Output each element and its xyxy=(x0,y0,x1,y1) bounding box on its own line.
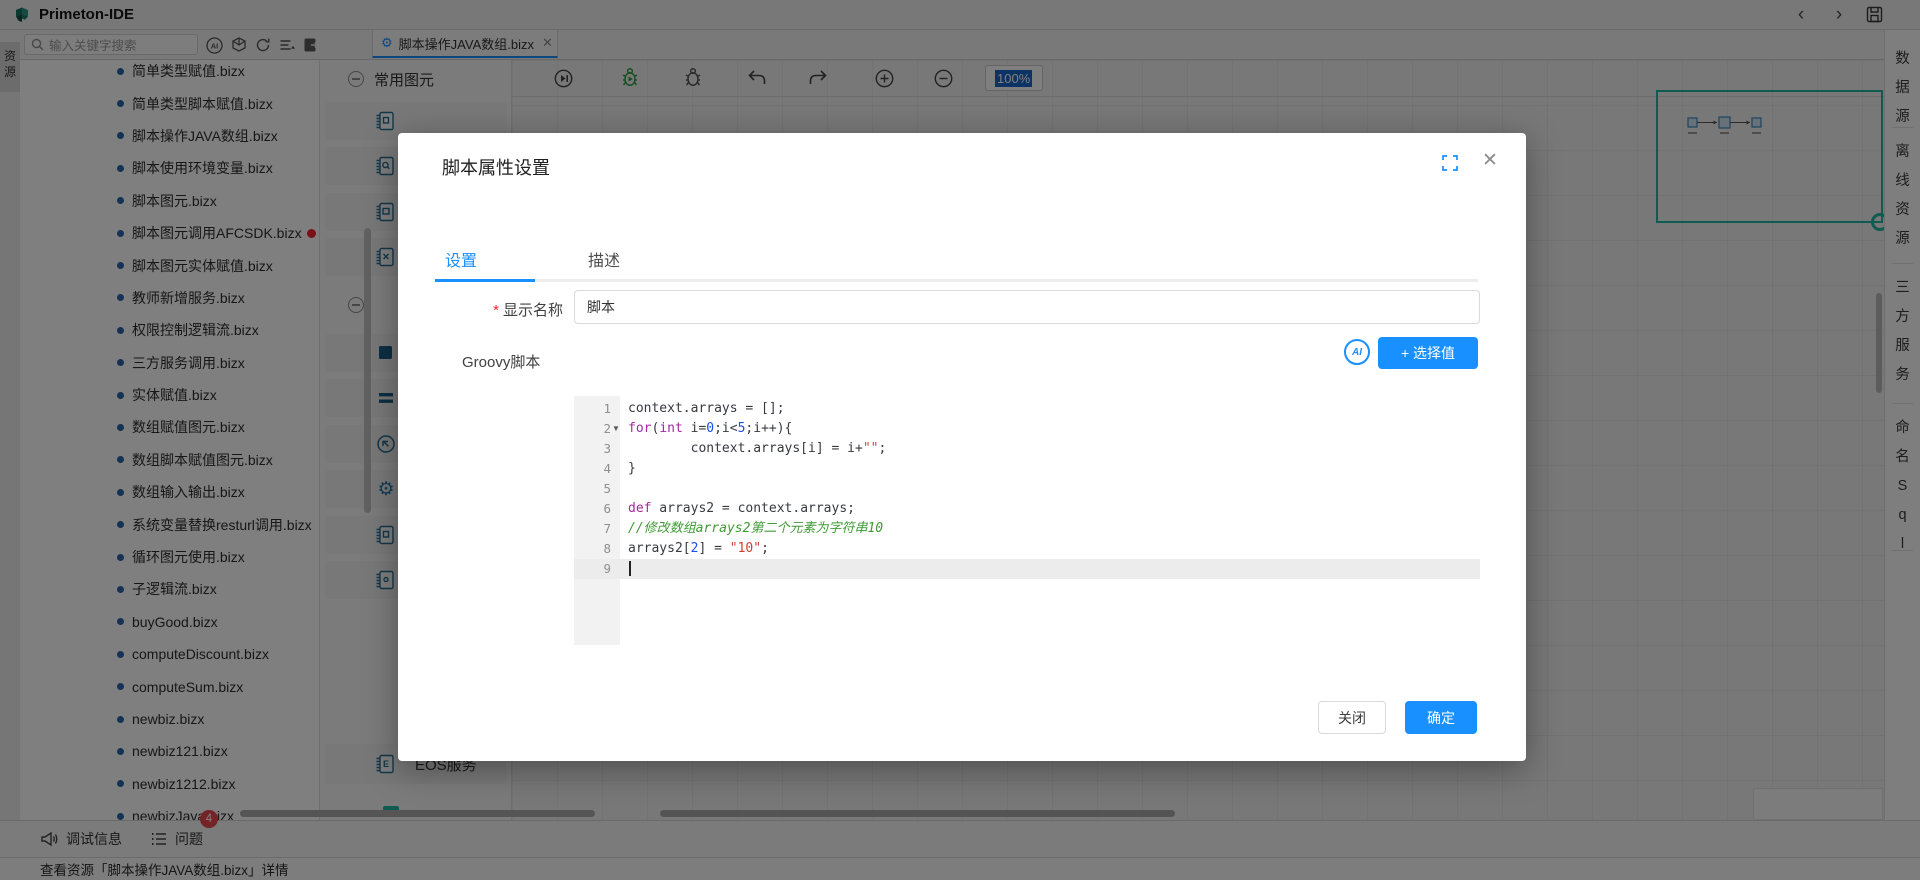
select-value-button[interactable]: + 选择值 xyxy=(1378,337,1478,369)
code-line[interactable]: 9 xyxy=(574,559,1480,579)
text-cursor xyxy=(629,561,631,576)
close-icon[interactable]: ✕ xyxy=(1482,150,1498,172)
required-mark: * xyxy=(493,302,499,319)
ok-button[interactable]: 确定 xyxy=(1405,701,1477,734)
code-line[interactable]: 1 context.arrays = []; xyxy=(574,399,1480,419)
line-number: 3 xyxy=(603,441,611,456)
code-text: def arrays2 = context.arrays; xyxy=(628,501,855,516)
tab-active-indicator xyxy=(435,279,535,282)
groovy-code-editor[interactable]: 1 context.arrays = []; 2 ▼ for(int i=0;i<5;i… xyxy=(574,396,1480,645)
code-text: context.arrays = []; xyxy=(628,401,785,416)
code-text: context.arrays[i] = i+""; xyxy=(628,441,887,456)
line-number: 8 xyxy=(603,541,611,556)
ai-generate-button[interactable]: AI xyxy=(1344,339,1370,365)
code-text: } xyxy=(628,461,636,476)
tab-rail xyxy=(435,279,1478,282)
code-line[interactable]: 4} xyxy=(574,459,1480,479)
code-line[interactable]: 2 ▼ for(int i=0;i<5;i++){ xyxy=(574,419,1480,439)
line-number: 9 xyxy=(603,561,611,576)
line-number: 7 xyxy=(603,521,611,536)
tab-settings[interactable]: 设置 xyxy=(445,247,477,271)
code-line[interactable]: 7 //修改数组arrays2第二个元素为字符串10 xyxy=(574,519,1480,539)
display-name-label: * 显示名称 xyxy=(493,302,563,319)
code-line[interactable]: 6 def arrays2 = context.arrays; xyxy=(574,499,1480,519)
line-number: 6 xyxy=(603,501,611,516)
groovy-script-label: Groovy脚本 xyxy=(462,354,541,371)
code-text: for(int i=0;i<5;i++){ xyxy=(628,421,793,436)
code-line[interactable]: 8 arrays2[2] = "10"; xyxy=(574,539,1480,559)
line-number: 4 xyxy=(603,461,611,476)
code-text: //修改数组arrays2第二个元素为字符串10 xyxy=(628,521,884,536)
line-number: 2 xyxy=(603,421,611,436)
line-number: 5 xyxy=(603,481,611,496)
code-line[interactable]: 3 context.arrays[i] = i+""; xyxy=(574,439,1480,459)
code-text: arrays2[2] = "10"; xyxy=(628,541,769,556)
app-root: { "colors":{"accent":"#1890ff","teal":"#… xyxy=(0,0,1920,880)
close-button[interactable]: 关闭 xyxy=(1318,701,1386,734)
tab-description[interactable]: 描述 xyxy=(588,247,620,271)
fullscreen-icon[interactable] xyxy=(1442,155,1460,173)
code-line[interactable]: 5 xyxy=(574,479,1480,499)
dialog-title: 脚本属性设置 xyxy=(442,158,550,178)
script-properties-dialog: 脚本属性设置 ✕ 设置 描述 *显示名称 Groovy脚本 AI + 选择值 1… xyxy=(398,133,1526,761)
display-name-input[interactable] xyxy=(574,290,1480,324)
line-number: 1 xyxy=(603,401,611,416)
fold-caret-icon[interactable]: ▼ xyxy=(612,419,620,439)
